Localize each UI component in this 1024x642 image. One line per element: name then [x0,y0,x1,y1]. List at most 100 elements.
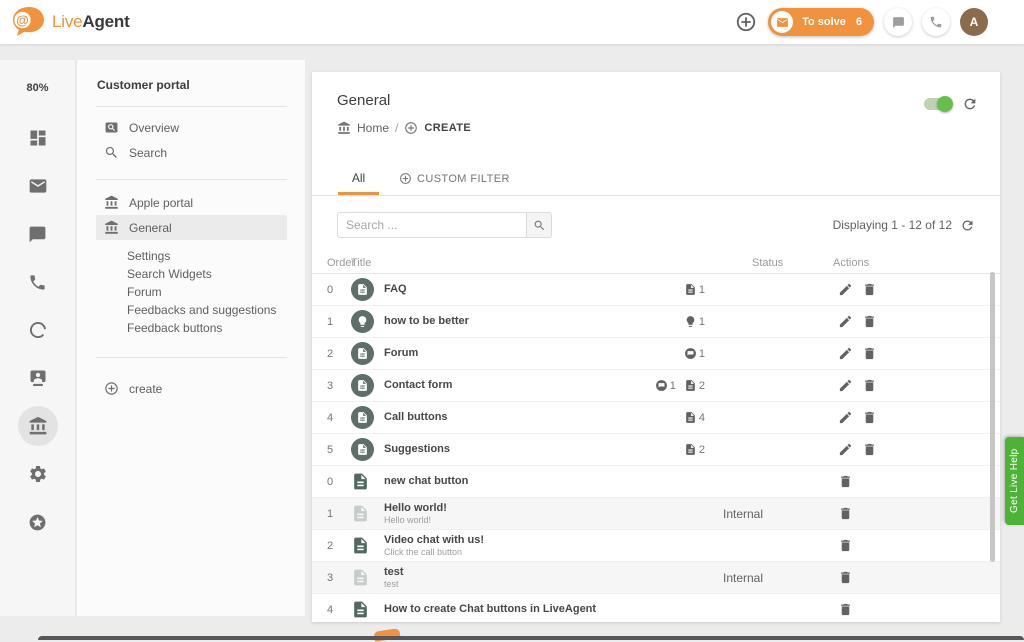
row-title: Hello world! [384,502,705,515]
tab-custom-filter[interactable]: CUSTOM FILTER [399,164,510,195]
comment-count: 1 [655,379,676,392]
sidebar-item-feedback-buttons[interactable]: Feedback buttons [77,319,305,337]
order-cell: 0 [327,284,351,296]
delete-icon[interactable] [838,570,853,585]
article-icon [684,283,697,296]
breadcrumb: Home / CREATE [312,120,1000,136]
row-title: How to create Chat buttons in LiveAgent [384,603,705,616]
breadcrumb-home[interactable]: Home [357,121,389,135]
document-circle-icon [351,406,374,429]
sidebar-item-general[interactable]: General [96,215,287,240]
to-solve-button[interactable]: To solve 6 [768,8,874,36]
search-button[interactable] [527,212,552,238]
bottom-widget-bar [38,636,1024,640]
sidebar-item-apple-portal[interactable]: Apple portal [96,190,287,215]
edit-icon[interactable] [838,282,853,297]
rail-item-dashboard[interactable] [14,114,62,162]
chats-button[interactable] [884,8,912,36]
edit-icon[interactable] [838,410,853,425]
sidebar-item-search[interactable]: Search [96,140,287,165]
delete-icon[interactable] [862,410,877,425]
rail-item-automation[interactable] [14,306,62,354]
delete-icon[interactable] [862,346,877,361]
idea-icon [684,315,697,328]
rail-item-customer-portal[interactable] [14,402,62,450]
calls-button[interactable] [922,8,950,36]
rail-item-contacts[interactable] [14,354,62,402]
row-title: test [384,566,705,579]
table-row[interactable]: 0 new chat button [312,466,1000,498]
article-icon [684,379,697,392]
rail-item-tickets[interactable] [14,162,62,210]
sidebar-item-overview[interactable]: Overview [96,115,287,140]
document-circle-icon [351,278,374,301]
bank-icon [104,195,119,210]
order-cell: 4 [327,604,351,616]
comment-icon [655,379,668,392]
delete-icon[interactable] [838,602,853,617]
delete-icon[interactable] [838,506,853,521]
sidebar-item-forum[interactable]: Forum [77,283,305,301]
general-panel: General Home / CREATE All CUSTOM FILTER … [312,72,1000,622]
delete-icon[interactable] [862,314,877,329]
table-row[interactable]: 1 Hello world! Hello world! Internal [312,498,1000,530]
get-live-help-button[interactable]: Get Live Help [1005,437,1024,525]
header-status: Status [723,257,823,269]
article-count: 2 [684,443,705,456]
plus-circle-icon [104,381,119,396]
edit-icon[interactable] [838,314,853,329]
sidebar-item-settings[interactable]: Settings [77,247,305,265]
article-icon [351,599,370,620]
sidebar-item-create[interactable]: create [96,376,287,401]
portal-enabled-toggle[interactable] [924,98,951,110]
plus-circle-icon [404,121,418,135]
refresh-icon[interactable] [962,96,978,112]
breadcrumb-create[interactable]: CREATE [424,122,471,134]
order-cell: 3 [327,572,351,584]
table-row[interactable]: 4 Call buttons 4 [312,402,1000,434]
document-circle-icon [351,374,374,397]
row-subtitle: Hello world! [384,515,705,525]
delete-icon[interactable] [862,442,877,457]
row-title: new chat button [384,475,705,488]
refresh-icon[interactable] [960,218,975,233]
divider [96,179,287,180]
avatar[interactable]: A [960,8,988,36]
table-row[interactable]: 5 Suggestions 2 [312,434,1000,466]
table-row[interactable]: 3 test test Internal [312,562,1000,594]
rail-item-settings[interactable] [14,450,62,498]
table-row[interactable]: 0 FAQ 1 [312,274,1000,306]
sidebar-item-feedbacks-and-suggestions[interactable]: Feedbacks and suggestions [77,301,305,319]
rail-item-chats[interactable] [14,210,62,258]
rail-item-premium[interactable] [14,498,62,546]
table-row[interactable]: 1 how to be better 1 [312,306,1000,338]
delete-icon[interactable] [838,538,853,553]
row-subtitle: test [384,579,705,589]
edit-icon[interactable] [838,378,853,393]
bank-icon [104,220,119,235]
liveagent-logo[interactable]: @ LiveAgent [0,5,130,39]
search-input[interactable] [337,212,527,238]
rail-item-calls[interactable] [14,258,62,306]
tab-all[interactable]: All [338,164,379,195]
edit-icon[interactable] [838,346,853,361]
edit-icon[interactable] [838,442,853,457]
table-row[interactable]: 2 Forum 1 [312,338,1000,370]
row-title: Forum [384,347,684,360]
sidebar-item-search-widgets[interactable]: Search Widgets [77,265,305,283]
article-icon [684,443,697,456]
order-cell: 3 [327,380,351,392]
vertical-scrollbar[interactable] [990,272,995,562]
document-circle-icon [351,342,374,365]
add-button[interactable] [734,10,758,34]
delete-icon[interactable] [838,474,853,489]
table-row[interactable]: 3 Contact form 12 [312,370,1000,402]
article-icon [684,411,697,424]
table-row[interactable]: 2 Video chat with us! Click the call but… [312,530,1000,562]
delete-icon[interactable] [862,378,877,393]
search-icon [533,219,546,232]
contact-card-icon [28,368,48,388]
delete-icon[interactable] [862,282,877,297]
table-row[interactable]: 4 How to create Chat buttons in LiveAgen… [312,594,1000,622]
row-title: Call buttons [384,411,684,424]
